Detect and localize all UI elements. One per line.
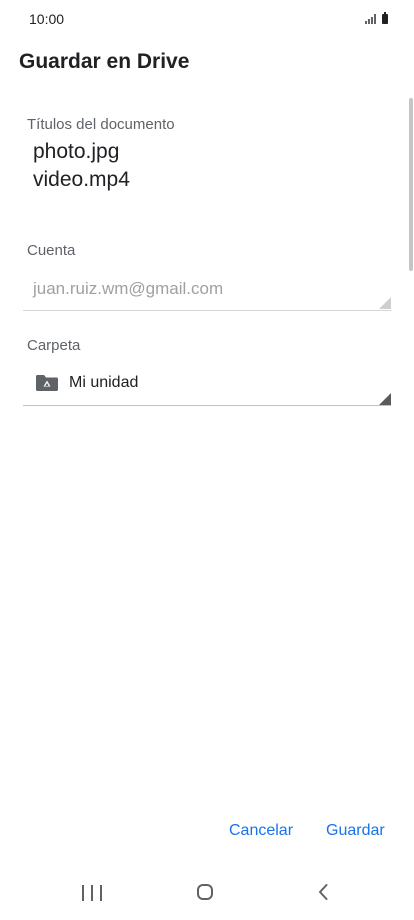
- status-time: 10:00: [29, 11, 65, 27]
- recents-icon[interactable]: [82, 885, 102, 901]
- document-titles-label: Títulos del documento: [27, 116, 175, 133]
- battery-icon: [382, 12, 388, 24]
- status-bar: 10:00: [0, 0, 414, 40]
- document-title-item[interactable]: video.mp4: [33, 168, 130, 192]
- home-icon[interactable]: [197, 884, 213, 900]
- page-title: Guardar en Drive: [19, 50, 190, 73]
- scrollbar[interactable]: [409, 98, 413, 271]
- signal-icon: [365, 14, 376, 24]
- folder-label: Carpeta: [27, 337, 81, 354]
- folder-underline: [23, 405, 391, 406]
- account-underline: [23, 310, 391, 311]
- account-dropdown-arrow-icon[interactable]: [379, 297, 391, 309]
- cancel-button[interactable]: Cancelar: [229, 822, 293, 840]
- account-dropdown[interactable]: juan.ruiz.wm@gmail.com: [33, 279, 223, 299]
- back-icon[interactable]: [314, 882, 334, 902]
- folder-dropdown-arrow-icon[interactable]: [379, 393, 391, 405]
- account-label: Cuenta: [27, 242, 76, 259]
- folder-dropdown[interactable]: Mi unidad: [35, 372, 138, 394]
- folder-value: Mi unidad: [69, 374, 139, 391]
- document-title-item[interactable]: photo.jpg: [33, 140, 119, 164]
- save-button[interactable]: Guardar: [326, 822, 385, 840]
- drive-folder-icon: [35, 374, 59, 392]
- navigation-bar: [0, 872, 414, 920]
- status-icons: [365, 12, 388, 24]
- save-to-drive-screen: 10:00 Guardar en Drive Títulos del docum…: [0, 0, 414, 920]
